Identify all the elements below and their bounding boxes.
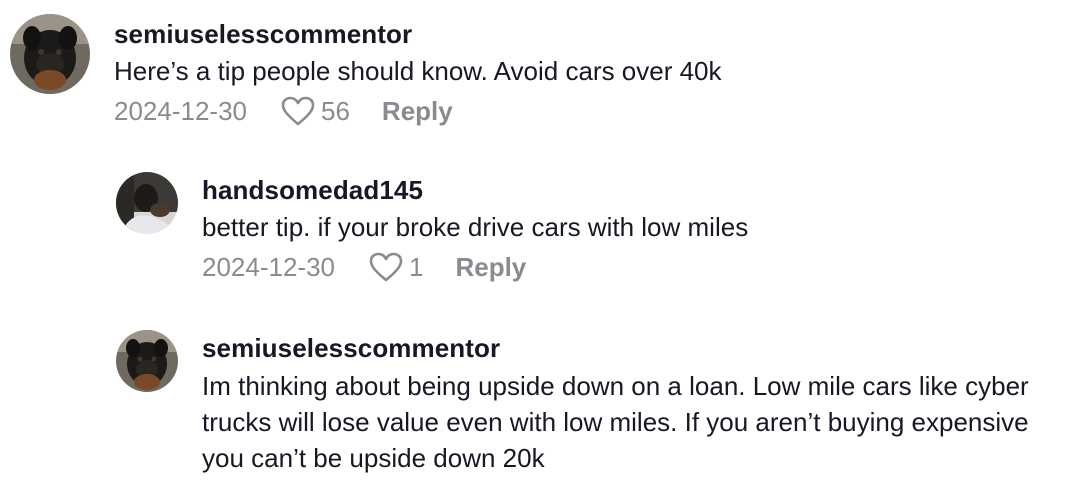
- comment-text: Here’s a tip people should know. Avoid c…: [114, 56, 722, 86]
- comment-meta: 2024-12-30 1 Reply: [202, 251, 748, 283]
- comment-date: 2024-12-30: [202, 252, 335, 282]
- comment-body: handsomedad145 better tip. if your broke…: [202, 172, 748, 283]
- heart-outline-icon: [369, 252, 403, 282]
- comment-username[interactable]: handsomedad145: [202, 174, 748, 206]
- avatar[interactable]: [116, 330, 178, 392]
- like-button[interactable]: 56: [281, 95, 350, 127]
- like-count: 56: [321, 96, 350, 126]
- reply-button[interactable]: Reply: [382, 95, 453, 127]
- avatar[interactable]: [116, 172, 178, 234]
- avatar[interactable]: [10, 14, 90, 94]
- person-avatar-icon: [116, 172, 178, 234]
- comment-date: 2024-12-30: [114, 96, 247, 126]
- dog-avatar-icon: [116, 330, 178, 392]
- reply-comment-item: semiuselesscommentor Im thinking about b…: [116, 330, 1072, 476]
- comment-body: semiuselesscommentor Im thinking about b…: [202, 330, 1072, 476]
- comment-meta: 2024-12-30 56 Reply: [114, 95, 722, 127]
- comment-item: semiuselesscommentor Here’s a tip people…: [10, 14, 722, 127]
- comment-text: Im thinking about being upside down on a…: [202, 371, 1029, 473]
- comment-username[interactable]: semiuselesscommentor: [202, 332, 1072, 364]
- reply-comment-item: handsomedad145 better tip. if your broke…: [116, 172, 748, 283]
- like-button[interactable]: 1: [369, 251, 423, 283]
- reply-button[interactable]: Reply: [455, 251, 526, 283]
- comment-body: semiuselesscommentor Here’s a tip people…: [114, 14, 722, 127]
- heart-outline-icon: [281, 96, 315, 126]
- comment-username[interactable]: semiuselesscommentor: [114, 18, 722, 50]
- comment-text: better tip. if your broke drive cars wit…: [202, 212, 749, 242]
- like-count: 1: [409, 252, 424, 282]
- dog-avatar-icon: [10, 14, 90, 94]
